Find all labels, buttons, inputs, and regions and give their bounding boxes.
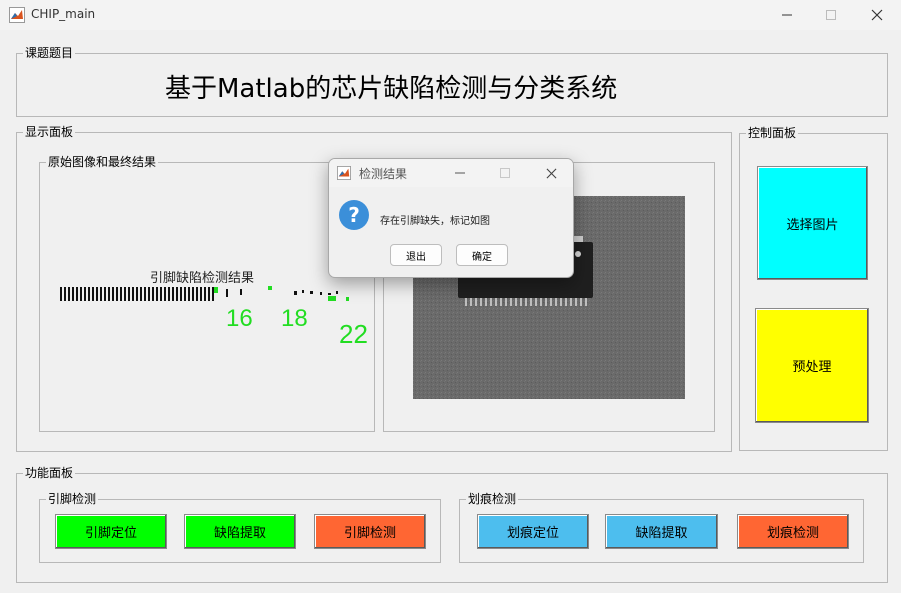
- page-title: 基于Matlab的芯片缺陷检测与分类系统: [165, 74, 618, 104]
- display-panel-legend: 显示面板: [23, 124, 76, 140]
- question-icon: ?: [339, 200, 369, 230]
- scratch-detection-legend: 划痕检测: [466, 491, 519, 507]
- dialog-minimize-button[interactable]: [449, 163, 471, 183]
- title-panel: 课题题目 基于Matlab的芯片缺陷检测与分类系统: [16, 45, 888, 117]
- minimize-icon: [455, 172, 465, 174]
- scratch-detection-group: 划痕检测 划痕定位 缺陷提取 划痕检测: [459, 491, 864, 563]
- defect-number-3: 22: [339, 319, 368, 349]
- maximize-button[interactable]: [808, 0, 854, 30]
- defect-number-1: 16: [226, 305, 253, 332]
- window-title: CHIP_main: [31, 7, 96, 21]
- maximize-icon: [826, 10, 836, 20]
- pin-detection-legend: 引脚检测: [46, 491, 99, 507]
- maximize-icon: [500, 168, 510, 178]
- control-panel-legend: 控制面板: [746, 125, 799, 141]
- matlab-app-icon: [9, 7, 25, 23]
- title-panel-legend: 课题题目: [23, 45, 76, 61]
- pin-locate-button[interactable]: 引脚定位: [55, 514, 167, 549]
- title-bar: CHIP_main: [0, 0, 901, 30]
- dialog-titlebar: 检测结果: [329, 159, 573, 187]
- dialog-title: 检测结果: [359, 167, 408, 181]
- result-dialog: 检测结果 ? 存在引脚缺失，标记如图 退出 确定: [328, 158, 574, 278]
- pin-detect-button[interactable]: 引脚检测: [314, 514, 426, 549]
- preprocess-button[interactable]: 预处理: [755, 308, 869, 423]
- scratch-locate-button[interactable]: 划痕定位: [477, 514, 589, 549]
- function-panel-legend: 功能面板: [23, 465, 76, 481]
- function-panel: 功能面板 引脚检测 引脚定位 缺陷提取 引脚检测 划痕检测 划痕定位 缺陷提取 …: [16, 465, 888, 583]
- scratch-defect-extract-button[interactable]: 缺陷提取: [605, 514, 718, 549]
- close-button[interactable]: [854, 0, 900, 30]
- close-icon: [546, 168, 556, 178]
- original-result-legend: 原始图像和最终结果: [46, 154, 159, 170]
- minimize-icon: [782, 14, 792, 16]
- pin-result-image: [58, 283, 358, 305]
- close-icon: [871, 9, 883, 21]
- matlab-dialog-icon: [337, 166, 351, 180]
- dialog-maximize-button[interactable]: [494, 163, 516, 183]
- dialog-close-button[interactable]: [540, 163, 562, 183]
- pin-detection-group: 引脚检测 引脚定位 缺陷提取 引脚检测: [39, 491, 441, 563]
- defect-number-2: 18: [281, 305, 308, 332]
- svg-text:?: ?: [348, 203, 360, 227]
- select-image-button[interactable]: 选择图片: [757, 166, 868, 280]
- pin-defect-extract-button[interactable]: 缺陷提取: [184, 514, 296, 549]
- dialog-ok-button[interactable]: 确定: [456, 244, 508, 266]
- dialog-message: 存在引脚缺失，标记如图: [380, 216, 490, 227]
- scratch-detect-button[interactable]: 划痕检测: [737, 514, 849, 549]
- dialog-exit-button[interactable]: 退出: [390, 244, 442, 266]
- original-result-panel: 原始图像和最终结果 引脚缺陷检测结果 16 18 22: [39, 154, 375, 432]
- control-panel: 控制面板 选择图片 预处理: [739, 125, 888, 451]
- minimize-button[interactable]: [764, 0, 810, 30]
